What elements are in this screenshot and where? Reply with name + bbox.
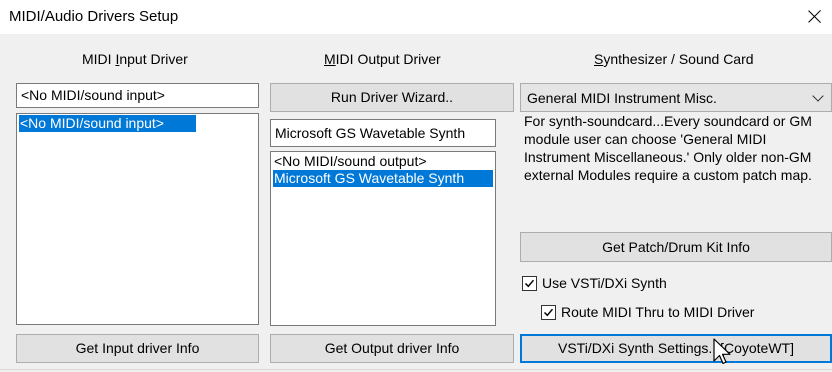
output-header-suffix: IDI Output Driver bbox=[335, 51, 441, 67]
synth-header-accelerator: S bbox=[594, 51, 604, 67]
mouse-cursor-icon bbox=[713, 338, 731, 365]
get-input-driver-info-button[interactable]: Get Input driver Info bbox=[16, 334, 259, 363]
input-list-item[interactable]: <No MIDI/sound input> bbox=[19, 115, 196, 132]
output-driver-header: MIDI Output Driver bbox=[324, 51, 441, 67]
window-title: MIDI/Audio Drivers Setup bbox=[9, 8, 179, 25]
synth-header: Synthesizer / Sound Card bbox=[594, 51, 754, 67]
description-line: For synth-soundcard...Every soundcard or… bbox=[524, 113, 812, 129]
close-icon[interactable] bbox=[802, 4, 828, 30]
route-midi-checkbox[interactable] bbox=[541, 305, 556, 320]
chevron-down-icon[interactable] bbox=[812, 90, 824, 102]
use-vsti-checkbox[interactable] bbox=[522, 276, 537, 291]
title-bar: MIDI/Audio Drivers Setup bbox=[0, 0, 832, 34]
vsti-synth-settings-button[interactable]: VSTi/DXi Synth Settings.. [CoyoteWT] bbox=[520, 334, 832, 363]
synth-combo-value: General MIDI Instrument Misc. bbox=[527, 90, 717, 106]
route-midi-label: Route MIDI Thru to MIDI Driver bbox=[561, 304, 755, 320]
output-driver-field[interactable]: Microsoft GS Wavetable Synth bbox=[270, 119, 496, 147]
synth-combo[interactable]: General MIDI Instrument Misc. bbox=[520, 83, 832, 112]
checkmark-icon bbox=[543, 308, 554, 317]
divider bbox=[0, 369, 832, 370]
output-list-item-none[interactable]: <No MIDI/sound output> bbox=[273, 153, 493, 170]
get-patch-drum-kit-info-button[interactable]: Get Patch/Drum Kit Info bbox=[520, 232, 832, 262]
output-driver-value: Microsoft GS Wavetable Synth bbox=[275, 125, 466, 141]
use-vsti-row[interactable]: Use VSTi/DXi Synth bbox=[522, 275, 822, 293]
use-vsti-label: Use VSTi/DXi Synth bbox=[542, 275, 667, 291]
input-driver-header: MIDI Input Driver bbox=[82, 51, 188, 67]
synth-header-suffix: ynthesizer / Sound Card bbox=[603, 51, 754, 67]
input-driver-value: <No MIDI/sound input> bbox=[21, 87, 165, 103]
synth-description: For synth-soundcard...Every soundcard or… bbox=[524, 112, 832, 184]
checkmark-icon bbox=[524, 279, 535, 288]
get-output-driver-info-button[interactable]: Get Output driver Info bbox=[270, 334, 514, 363]
description-line: external Modules require a custom patch … bbox=[524, 167, 812, 183]
input-driver-list[interactable]: <No MIDI/sound input> bbox=[16, 113, 259, 325]
run-driver-wizard-button[interactable]: Run Driver Wizard.. bbox=[270, 83, 514, 112]
midi-audio-drivers-dialog: MIDI/Audio Drivers Setup MIDI Input Driv… bbox=[0, 0, 832, 372]
description-line: Instrument Miscellaneous.' Only older no… bbox=[524, 149, 812, 165]
route-midi-row[interactable]: Route MIDI Thru to MIDI Driver bbox=[541, 304, 831, 322]
input-driver-field[interactable]: <No MIDI/sound input> bbox=[16, 83, 259, 108]
output-driver-list[interactable]: <No MIDI/sound output> Microsoft GS Wave… bbox=[270, 151, 496, 326]
output-list-item-selected[interactable]: Microsoft GS Wavetable Synth bbox=[273, 170, 493, 187]
description-line: module user can choose 'General MIDI bbox=[524, 131, 767, 147]
input-header-suffix: nput Driver bbox=[119, 51, 188, 67]
output-header-accelerator: M bbox=[324, 51, 336, 67]
input-header-prefix: MIDI bbox=[82, 51, 116, 67]
